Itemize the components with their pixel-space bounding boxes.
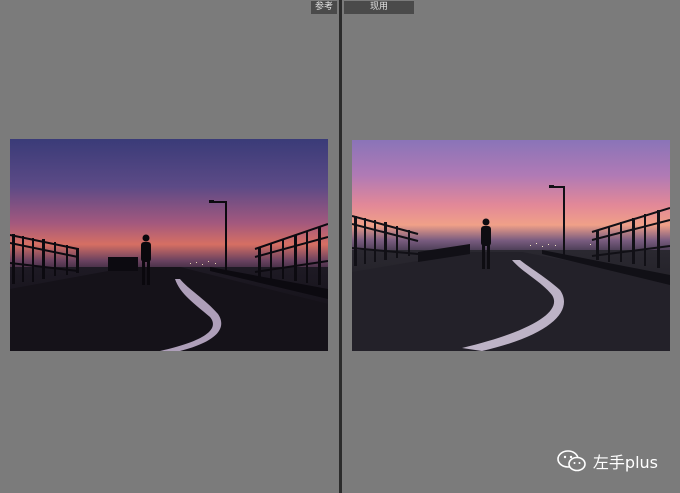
current-photo-image (352, 140, 670, 351)
reference-photo-image (10, 139, 328, 351)
current-photo[interactable] (352, 140, 670, 351)
reference-photo[interactable] (10, 139, 328, 351)
wechat-icon (557, 450, 586, 472)
watermark: 左手plus (557, 449, 658, 473)
reference-label[interactable]: 参考 (311, 1, 337, 14)
current-pane: 现用 (342, 0, 680, 493)
watermark-text: 左手plus (592, 453, 658, 472)
current-label[interactable]: 现用 (344, 1, 414, 14)
reference-pane: 参考 (0, 0, 339, 493)
